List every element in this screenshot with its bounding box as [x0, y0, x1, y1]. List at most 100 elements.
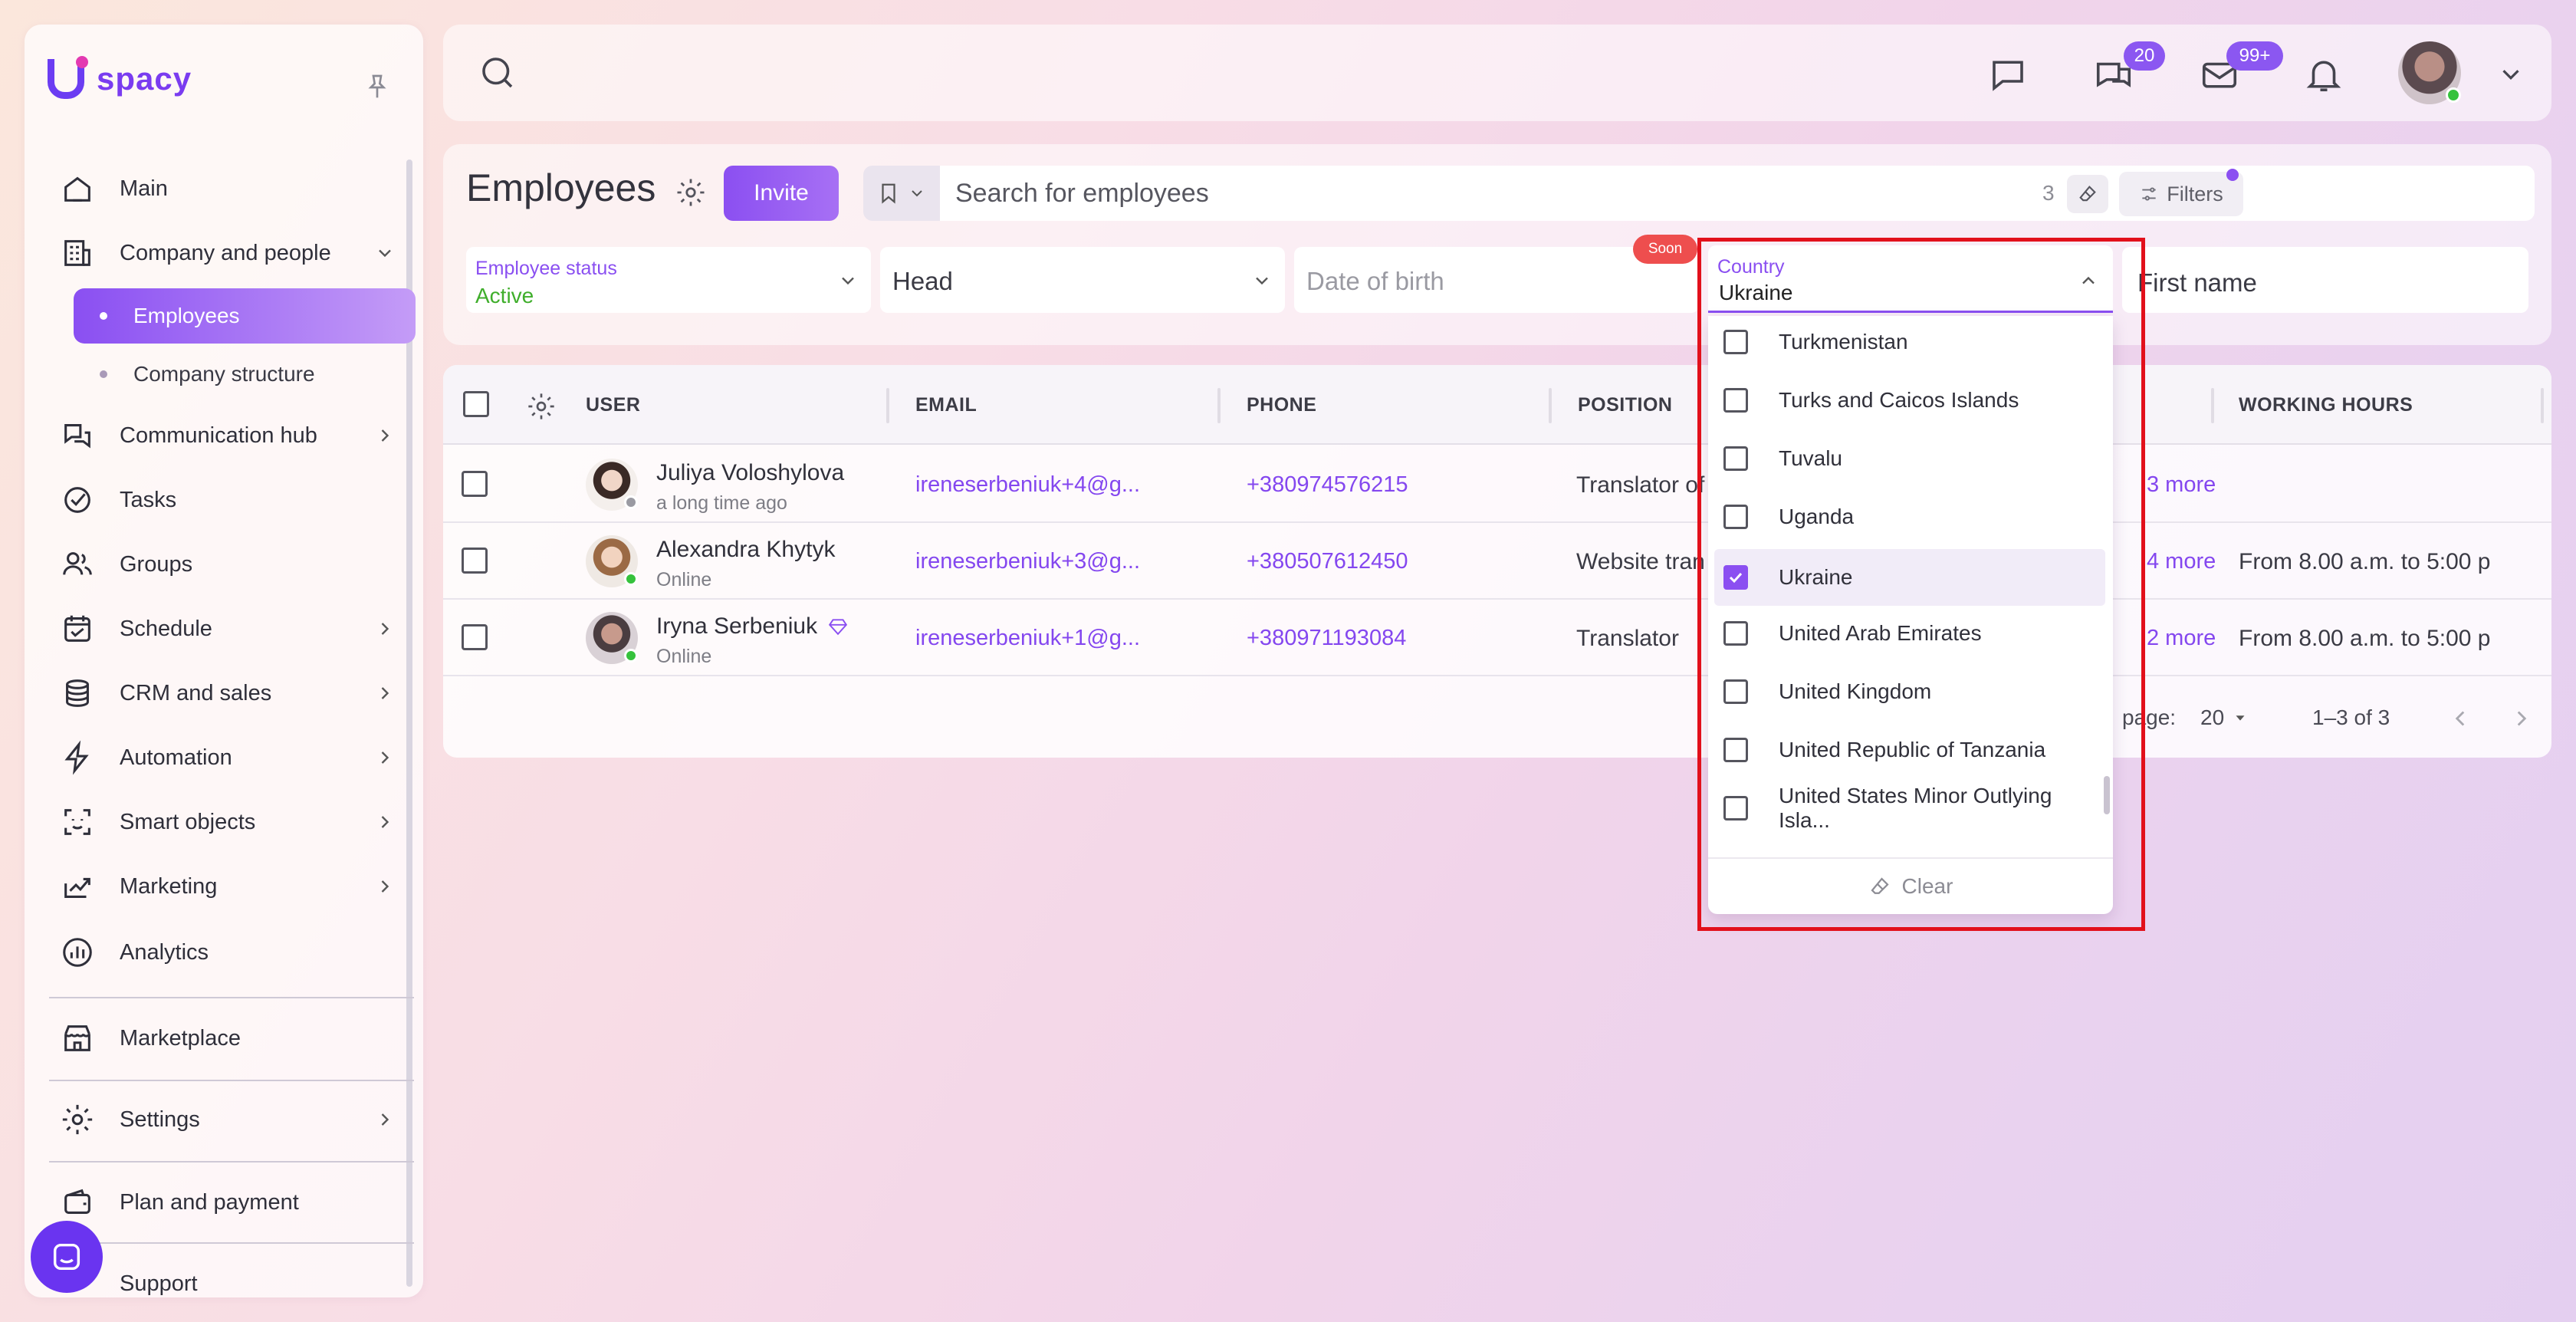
chevron-up-icon[interactable] [2078, 270, 2099, 291]
gear-icon[interactable] [675, 176, 707, 209]
sidebar-item-tasks[interactable]: Tasks [58, 469, 411, 531]
column-resizer[interactable] [2211, 388, 2214, 423]
filter-label: Employee status [475, 258, 617, 279]
column-header-position[interactable]: POSITION [1578, 394, 1672, 416]
country-option[interactable]: Uganda [1708, 491, 2107, 543]
head-filter[interactable]: Head [880, 247, 1285, 313]
dropdown-scrollbar[interactable] [2104, 776, 2110, 814]
sidebar-item-schedule[interactable]: Schedule [58, 598, 411, 659]
country-option[interactable]: United Arab Emirates [1708, 607, 2107, 659]
option-label: United Arab Emirates [1779, 621, 1982, 645]
rows-per-page-select[interactable]: 20 [2200, 705, 2249, 730]
table-row[interactable]: Iryna Serbeniuk Online ireneserbeniuk+1@… [443, 600, 2551, 676]
column-header-user[interactable]: USER [586, 394, 640, 416]
country-option[interactable]: United Kingdom [1708, 666, 2107, 718]
support-chat-button[interactable] [31, 1221, 103, 1293]
column-header-phone[interactable]: PHONE [1247, 394, 1316, 416]
sidebar-item-automation[interactable]: Automation [58, 727, 411, 788]
table-row[interactable]: Alexandra Khytyk Online ireneserbeniuk+3… [443, 523, 2551, 600]
select-all-checkbox[interactable] [463, 391, 489, 417]
country-filter[interactable]: Country [1708, 245, 2113, 313]
sidebar-item-analytics[interactable]: Analytics [58, 922, 411, 983]
option-label: Turks and Caicos Islands [1779, 388, 2019, 412]
country-option[interactable]: United Republic of Tanzania [1708, 724, 2107, 776]
row-checkbox[interactable] [462, 471, 488, 497]
checkbox-icon [1723, 505, 1748, 529]
sidebar-sub-company-structure[interactable]: Company structure [74, 347, 416, 402]
more-positions-link[interactable]: 2 more [2147, 626, 2216, 651]
chat-badge: 20 [2124, 41, 2165, 71]
column-header-email[interactable]: EMAIL [915, 394, 977, 416]
sidebar-item-marketing[interactable]: Marketing [58, 856, 411, 917]
sidebar-item-plan-and-payment[interactable]: Plan and payment [58, 1172, 411, 1233]
employee-email[interactable]: ireneserbeniuk+4@g... [915, 472, 1140, 498]
saved-filters-button[interactable] [863, 166, 940, 221]
sidebar-item-crm-and-sales[interactable]: CRM and sales [58, 663, 411, 724]
more-positions-link[interactable]: 3 more [2147, 472, 2216, 498]
column-resizer[interactable] [1549, 388, 1552, 423]
working-hours: From 8.00 a.m. to 5:00 p [2239, 626, 2491, 651]
sidebar-item-groups[interactable]: Groups [58, 534, 411, 595]
employee-name[interactable]: Juliya Voloshylova [656, 460, 844, 486]
chevron-down-icon[interactable] [2496, 60, 2525, 89]
sidebar-sub-label: Company structure [133, 362, 315, 386]
employee-phone[interactable]: +380971193084 [1247, 626, 1406, 651]
sidebar-item-smart-objects[interactable]: Smart objects [58, 791, 411, 853]
sidebar-item-support[interactable]: Support [58, 1253, 411, 1314]
employee-phone[interactable]: +380507612450 [1247, 549, 1408, 574]
option-label: United Kingdom [1779, 679, 1932, 703]
employee-email[interactable]: ireneserbeniuk+1@g... [915, 626, 1140, 651]
filter-label: Country [1717, 256, 1785, 278]
table-row[interactable]: Juliya Voloshylova a long time ago irene… [443, 446, 2551, 523]
sidebar-item-communication-hub[interactable]: Communication hub [58, 405, 411, 466]
column-resizer[interactable] [1217, 388, 1221, 423]
bookmark-icon [882, 183, 895, 204]
first-name-filter[interactable]: First name [2122, 247, 2528, 313]
country-option[interactable]: Tuvalu [1708, 432, 2107, 485]
invite-button[interactable]: Invite [724, 166, 839, 221]
bullet-icon [100, 370, 107, 378]
employee-status: Online [656, 646, 712, 667]
country-option[interactable]: United States Minor Outlying Isla... [1708, 782, 2107, 834]
country-search-input[interactable] [1719, 281, 2026, 305]
employee-name[interactable]: Iryna Serbeniuk [656, 613, 817, 640]
checkbox-icon [1723, 621, 1748, 646]
home-icon [58, 169, 97, 208]
column-resizer[interactable] [886, 388, 889, 423]
online-status-dot [624, 572, 638, 586]
employee-position: Translator [1576, 626, 1679, 651]
previous-page-icon[interactable] [2447, 705, 2473, 732]
sidebar-item-company-and-people[interactable]: Company and people [58, 222, 411, 284]
chevron-right-icon [381, 1113, 389, 1126]
employee-email[interactable]: ireneserbeniuk+3@g... [915, 549, 1140, 574]
employee-search-input[interactable] [955, 178, 2182, 209]
row-checkbox[interactable] [462, 624, 488, 650]
logo[interactable]: spacy [48, 52, 192, 106]
filters-button[interactable]: Filters [2119, 169, 2243, 216]
pin-icon[interactable] [362, 72, 393, 103]
sidebar-item-settings[interactable]: Settings [58, 1089, 411, 1150]
messages-icon[interactable] [1987, 54, 2029, 95]
more-positions-link[interactable]: 4 more [2147, 549, 2216, 574]
employee-name[interactable]: Alexandra Khytyk [656, 537, 835, 563]
clear-search-button[interactable] [2067, 175, 2108, 213]
sidebar-item-main[interactable]: Main [58, 158, 411, 219]
bell-icon[interactable] [2303, 54, 2344, 95]
sidebar-item-marketplace[interactable]: Marketplace [58, 1008, 411, 1069]
column-header-working-hours[interactable]: WORKING HOURS [2239, 394, 2413, 416]
search-icon[interactable] [477, 52, 518, 94]
table-header: USER EMAIL PHONE POSITION WORKING HOURS [443, 365, 2551, 445]
clear-selection-button[interactable]: Clear [1708, 857, 2113, 914]
employee-position: Translator of [1576, 472, 1705, 498]
next-page-icon[interactable] [2509, 705, 2535, 732]
country-option-selected[interactable]: Ukraine [1714, 549, 2105, 606]
coins-icon [58, 674, 97, 712]
sidebar-sub-employees[interactable]: Employees [74, 288, 416, 344]
employee-phone[interactable]: +380974576215 [1247, 472, 1408, 498]
employee-status-filter[interactable]: Employee status Active [466, 247, 871, 313]
column-resizer[interactable] [2541, 388, 2544, 423]
country-option[interactable]: Turks and Caicos Islands [1708, 374, 2107, 426]
country-option[interactable]: Turkmenistan [1708, 316, 2107, 368]
row-checkbox[interactable] [462, 548, 488, 574]
column-settings-gear-icon[interactable] [526, 391, 557, 422]
